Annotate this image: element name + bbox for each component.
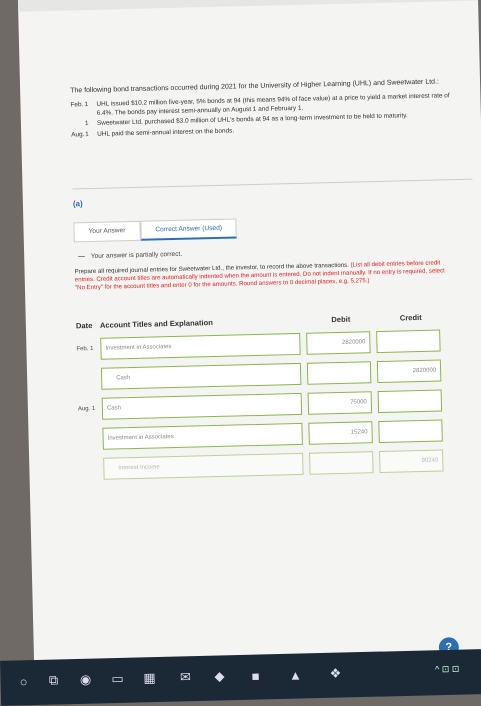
debit-field[interactable]: 2820000 xyxy=(306,331,371,355)
part-a-label: (a) xyxy=(72,178,473,209)
txn-month: Feb. xyxy=(70,101,84,109)
debit-field[interactable]: 15240 xyxy=(308,421,373,445)
account-field[interactable]: Cash xyxy=(100,362,302,390)
account-field[interactable]: Cash xyxy=(101,392,303,420)
journal-table: Date Account Titles and Explanation Debi… xyxy=(76,312,460,484)
txn-day: 1 xyxy=(84,120,89,128)
credit-field[interactable] xyxy=(377,389,443,414)
app-icon[interactable]: ◆ xyxy=(210,667,228,685)
browser-screen: ..., ... — The following bond transactio… xyxy=(17,0,481,670)
partial-correct-message: — Your answer is partially correct. xyxy=(78,251,182,261)
row-date xyxy=(77,379,101,380)
debit-field[interactable]: 75000 xyxy=(307,391,373,415)
account-field[interactable]: Interest Income xyxy=(103,452,304,480)
credit-field[interactable]: 2820000 xyxy=(376,359,442,384)
tab-your-answer[interactable]: Your Answer xyxy=(73,220,141,243)
app-icon[interactable]: ■ xyxy=(246,666,264,684)
row-date: Feb. 1 xyxy=(76,345,94,353)
instructions: Prepare all required journal entries for… xyxy=(74,259,454,293)
debit-field[interactable] xyxy=(309,451,374,475)
account-field[interactable]: Investment in Associates xyxy=(100,332,301,360)
account-field[interactable]: Investment in Associates xyxy=(102,422,303,450)
tab-correct-answer[interactable]: Correct Answer (Used) xyxy=(140,218,238,241)
edge-browser-icon[interactable]: ◉ xyxy=(76,671,94,689)
answer-tabs: Your Answer Correct Answer (Used) xyxy=(73,218,238,243)
header-account: Account Titles and Explanation xyxy=(99,318,213,330)
credit-field[interactable] xyxy=(376,329,441,354)
folder-icon[interactable]: ▭ xyxy=(108,670,126,688)
txn-day: 1 xyxy=(84,101,89,109)
txn-month: Aug. xyxy=(71,131,85,139)
credit-field[interactable]: 90240 xyxy=(379,449,444,474)
dropbox-icon[interactable]: ❖ xyxy=(326,664,344,682)
question-content: The following bond transactions occurred… xyxy=(70,77,461,142)
window-topbar: ..., ... — xyxy=(17,0,479,12)
txn-month xyxy=(71,120,85,129)
header-debit: Debit xyxy=(331,314,351,325)
app-icon[interactable]: ▲ xyxy=(286,665,304,683)
mail-icon[interactable]: ✉ xyxy=(176,668,194,686)
row-date: Aug. 1 xyxy=(77,405,96,413)
header-date: Date xyxy=(75,320,93,331)
search-icon[interactable]: ○ xyxy=(14,672,32,690)
partial-text: Your answer is partially correct. xyxy=(90,250,183,261)
row-date xyxy=(79,439,103,440)
header-credit: Credit xyxy=(399,312,422,323)
row-date xyxy=(79,469,103,470)
store-icon[interactable]: ▦ xyxy=(140,669,158,687)
task-view-icon[interactable]: ⧉ xyxy=(44,671,62,689)
minus-icon: — xyxy=(78,253,85,261)
credit-field[interactable] xyxy=(378,419,443,444)
debit-field[interactable] xyxy=(306,361,372,385)
system-tray[interactable]: ^ ⊡ ⊡ xyxy=(435,664,460,676)
txn-day: 1 xyxy=(85,131,89,139)
